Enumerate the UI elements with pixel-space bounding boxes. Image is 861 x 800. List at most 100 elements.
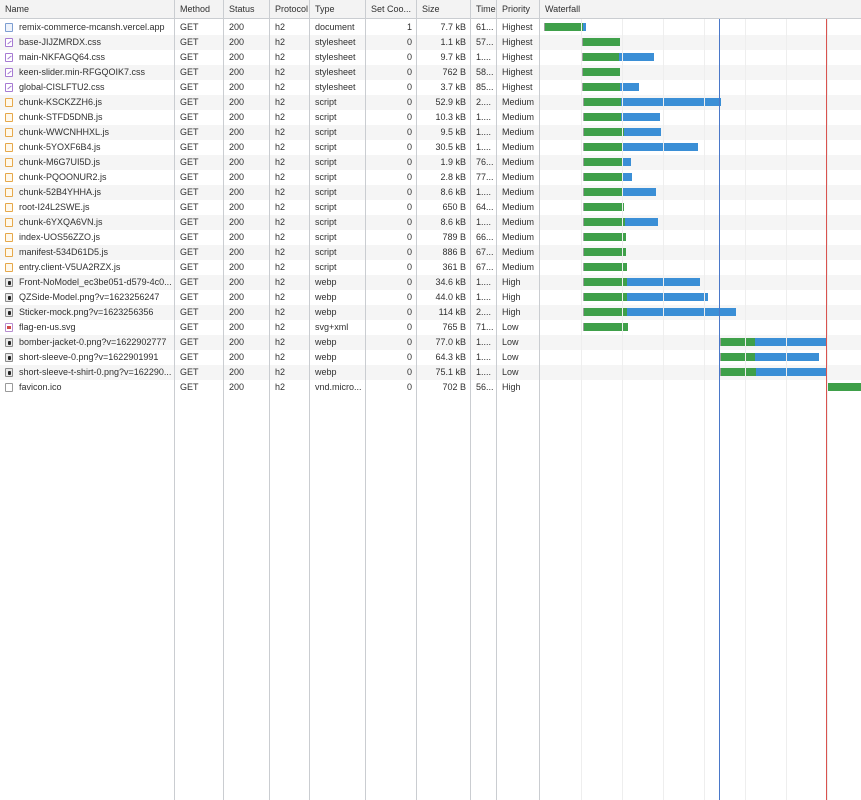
- request-name[interactable]: flag-en-us.svg: [19, 320, 76, 335]
- table-row[interactable]: Front-NoModel_ec3be051-d579-4c0... GET 200…: [0, 275, 861, 290]
- waterfall-download-bar[interactable]: [624, 218, 658, 226]
- table-row[interactable]: chunk-52B4YHHA.js GET 200 h2 script 0 8.6 kB 1.…: [0, 185, 861, 200]
- waterfall-waiting-bar[interactable]: [583, 248, 627, 256]
- waterfall-waiting-bar[interactable]: [545, 23, 584, 31]
- request-name[interactable]: chunk-KSCKZZH6.js: [19, 95, 102, 110]
- request-name[interactable]: manifest-534D61D5.js: [19, 245, 108, 260]
- request-name[interactable]: entry.client-V5UA2RZX.js: [19, 260, 120, 275]
- request-name[interactable]: remix-commerce-mcansh.vercel.app: [19, 20, 165, 35]
- request-name[interactable]: short-sleeve-0.png?v=1622901991: [19, 350, 158, 365]
- request-name[interactable]: chunk-5YOXF6B4.js: [19, 140, 101, 155]
- request-name[interactable]: keen-slider.min-RFGQOIK7.css: [19, 65, 145, 80]
- table-row[interactable]: favicon.ico GET 200 h2 vnd.micro... 0 702 B 56.…: [0, 380, 861, 395]
- table-row[interactable]: chunk-M6G7UI5D.js GET 200 h2 script 0 1.9 kB 76…: [0, 155, 861, 170]
- waterfall-waiting-bar[interactable]: [583, 128, 625, 136]
- table-row[interactable]: QZSide-Model.png?v=1623256247 GET 200 h2 web…: [0, 290, 861, 305]
- waterfall-waiting-bar[interactable]: [583, 83, 621, 91]
- waterfall-waiting-bar[interactable]: [720, 353, 755, 361]
- column-divider[interactable]: [365, 0, 366, 800]
- column-divider[interactable]: [309, 0, 310, 800]
- table-row[interactable]: bomber-jacket-0.png?v=1622902777 GET 200 h2…: [0, 335, 861, 350]
- waterfall-download-bar[interactable]: [583, 23, 586, 31]
- table-row[interactable]: short-sleeve-t-shirt-0.png?v=162290... GE…: [0, 365, 861, 380]
- request-name[interactable]: QZSide-Model.png?v=1623256247: [19, 290, 159, 305]
- waterfall-waiting-bar[interactable]: [583, 98, 622, 106]
- request-name[interactable]: main-NKFAGQ64.css: [19, 50, 105, 65]
- column-divider[interactable]: [223, 0, 224, 800]
- waterfall-waiting-bar[interactable]: [583, 293, 627, 301]
- column-header-priority[interactable]: Priority: [497, 0, 540, 19]
- table-row[interactable]: global-CISLFTU2.css GET 200 h2 stylesheet 0 3.…: [0, 80, 861, 95]
- waterfall-download-bar[interactable]: [621, 173, 633, 181]
- column-divider[interactable]: [539, 0, 540, 800]
- column-header-type[interactable]: Type: [310, 0, 366, 19]
- waterfall-waiting-bar[interactable]: [583, 233, 627, 241]
- request-name[interactable]: chunk-6YXQA6VN.js: [19, 215, 103, 230]
- waterfall-waiting-bar[interactable]: [583, 278, 627, 286]
- column-header-status[interactable]: Status: [224, 0, 270, 19]
- waterfall-waiting-bar[interactable]: [583, 188, 623, 196]
- waterfall-waiting-bar[interactable]: [583, 218, 625, 226]
- request-name[interactable]: short-sleeve-t-shirt-0.png?v=162290...: [19, 365, 171, 380]
- column-header-method[interactable]: Method: [175, 0, 224, 19]
- table-row[interactable]: chunk-WWCNHHXL.js GET 200 h2 script 0 9.5 kB 1.…: [0, 125, 861, 140]
- table-row[interactable]: chunk-6YXQA6VN.js GET 200 h2 script 0 8.6 kB 1.…: [0, 215, 861, 230]
- table-row[interactable]: chunk-STFD5DNB.js GET 200 h2 script 0 10.3 kB 1…: [0, 110, 861, 125]
- table-row[interactable]: remix-commerce-mcansh.vercel.app GET 200 h2…: [0, 20, 861, 35]
- waterfall-waiting-bar[interactable]: [583, 143, 622, 151]
- waterfall-waiting-bar[interactable]: [720, 368, 757, 376]
- column-header-set-cookies[interactable]: Set Coo...: [366, 0, 417, 19]
- waterfall-download-bar[interactable]: [621, 158, 631, 166]
- waterfall-waiting-bar[interactable]: [583, 68, 621, 76]
- waterfall-download-bar[interactable]: [624, 128, 662, 136]
- table-row[interactable]: chunk-PQOONUR2.js GET 200 h2 script 0 2.8 kB 77…: [0, 170, 861, 185]
- table-row[interactable]: Sticker-mock.png?v=1623256356 GET 200 h2 web…: [0, 305, 861, 320]
- waterfall-download-bar[interactable]: [754, 338, 829, 346]
- column-divider[interactable]: [174, 0, 175, 800]
- request-name[interactable]: chunk-STFD5DNB.js: [19, 110, 103, 125]
- waterfall-download-bar[interactable]: [621, 98, 721, 106]
- waterfall-download-bar[interactable]: [623, 188, 656, 196]
- waterfall-download-bar[interactable]: [619, 53, 655, 61]
- waterfall-waiting-bar[interactable]: [583, 158, 622, 166]
- request-name[interactable]: global-CISLFTU2.css: [19, 80, 105, 95]
- request-name[interactable]: index-UOS56ZZO.js: [19, 230, 100, 245]
- waterfall-download-bar[interactable]: [620, 83, 639, 91]
- waterfall-waiting-bar[interactable]: [583, 173, 622, 181]
- waterfall-waiting-bar[interactable]: [583, 53, 620, 61]
- request-name[interactable]: chunk-M6G7UI5D.js: [19, 155, 100, 170]
- waterfall-download-bar[interactable]: [621, 113, 660, 121]
- waterfall-waiting-bar[interactable]: [583, 203, 625, 211]
- request-name[interactable]: Front-NoModel_ec3be051-d579-4c0...: [19, 275, 172, 290]
- waterfall-download-bar[interactable]: [756, 368, 829, 376]
- column-divider[interactable]: [269, 0, 270, 800]
- column-header-waterfall[interactable]: Waterfall: [540, 0, 861, 19]
- request-name[interactable]: base-JIJZMRDX.css: [19, 35, 101, 50]
- request-name[interactable]: chunk-PQOONUR2.js: [19, 170, 107, 185]
- table-row[interactable]: flag-en-us.svg GET 200 h2 svg+xml 0 765 B 71...…: [0, 320, 861, 335]
- table-row[interactable]: entry.client-V5UA2RZX.js GET 200 h2 script 0 3…: [0, 260, 861, 275]
- waterfall-waiting-bar[interactable]: [583, 308, 627, 316]
- waterfall-download-bar[interactable]: [626, 293, 709, 301]
- table-row[interactable]: main-NKFAGQ64.css GET 200 h2 stylesheet 0 9.7 …: [0, 50, 861, 65]
- waterfall-waiting-bar[interactable]: [828, 383, 861, 391]
- request-name[interactable]: favicon.ico: [19, 380, 62, 395]
- request-name[interactable]: bomber-jacket-0.png?v=1622902777: [19, 335, 166, 350]
- table-row[interactable]: base-JIJZMRDX.css GET 200 h2 stylesheet 0 1.1 …: [0, 35, 861, 50]
- waterfall-download-bar[interactable]: [621, 143, 698, 151]
- table-row[interactable]: short-sleeve-0.png?v=1622901991 GET 200 h2 w…: [0, 350, 861, 365]
- column-divider[interactable]: [416, 0, 417, 800]
- table-row[interactable]: manifest-534D61D5.js GET 200 h2 script 0 886 B…: [0, 245, 861, 260]
- table-row[interactable]: index-UOS56ZZO.js GET 200 h2 script 0 789 B 66.…: [0, 230, 861, 245]
- waterfall-waiting-bar[interactable]: [583, 38, 620, 46]
- column-header-protocol[interactable]: Protocol: [270, 0, 310, 19]
- waterfall-waiting-bar[interactable]: [720, 338, 755, 346]
- table-row[interactable]: chunk-KSCKZZH6.js GET 200 h2 script 0 52.9 kB 2…: [0, 95, 861, 110]
- request-name[interactable]: chunk-WWCNHHXL.js: [19, 125, 109, 140]
- column-header-name[interactable]: Name: [0, 0, 175, 19]
- request-name[interactable]: root-I24L2SWE.js: [19, 200, 90, 215]
- column-divider[interactable]: [470, 0, 471, 800]
- request-name[interactable]: Sticker-mock.png?v=1623256356: [19, 305, 153, 320]
- table-row[interactable]: chunk-5YOXF6B4.js GET 200 h2 script 0 30.5 kB 1…: [0, 140, 861, 155]
- column-header-size[interactable]: Size: [417, 0, 471, 19]
